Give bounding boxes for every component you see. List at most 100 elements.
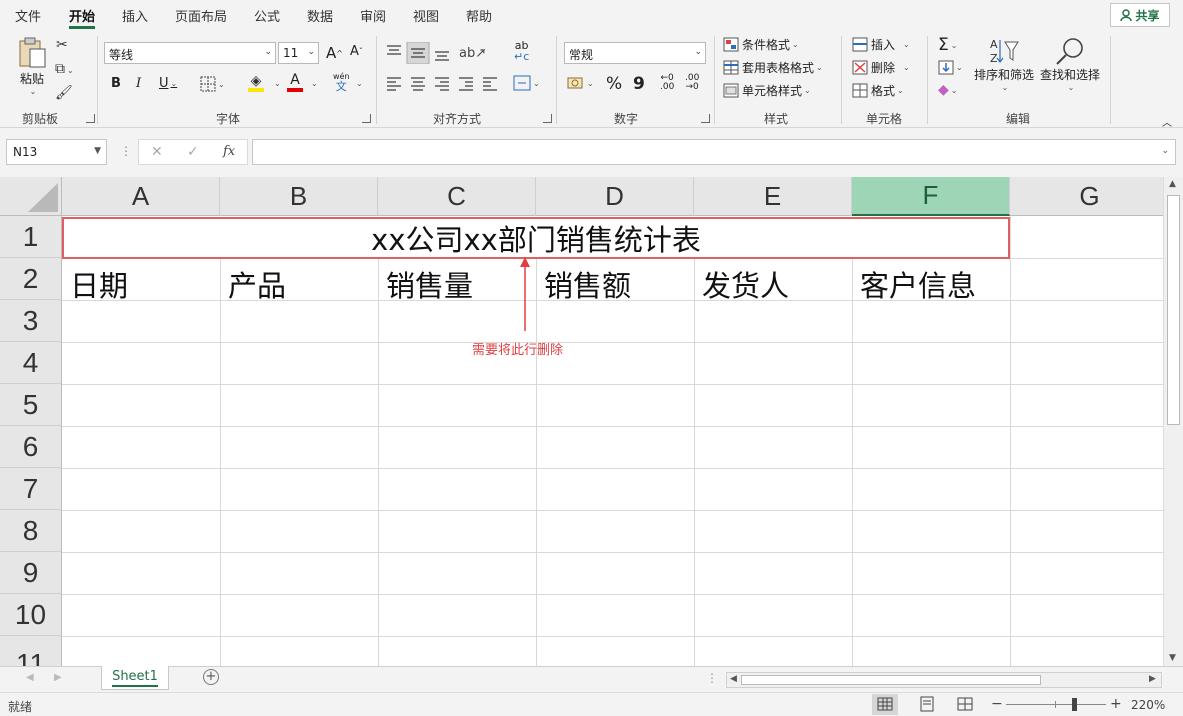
horizontal-scrollbar[interactable]: ◀ ▶	[726, 672, 1162, 688]
accounting-format-button[interactable]: ⌄	[567, 76, 594, 90]
tab-view[interactable]: 视图	[413, 6, 439, 25]
row-header-1[interactable]: 1	[0, 216, 62, 258]
scroll-down-icon[interactable]: ▼	[1169, 653, 1176, 663]
increase-decimal-button[interactable]: ←0.00	[660, 74, 674, 92]
horizontal-align-icons[interactable]	[385, 76, 500, 92]
share-button[interactable]: 共享	[1110, 3, 1170, 27]
zoom-in-button[interactable]: +	[1110, 696, 1122, 712]
row-header-8[interactable]: 8	[0, 510, 62, 552]
add-sheet-button[interactable]: +	[203, 669, 219, 685]
row-header-11[interactable]: 11	[0, 636, 62, 666]
collapse-ribbon-icon[interactable]: ︿	[1162, 114, 1172, 129]
tab-help[interactable]: 帮助	[466, 6, 492, 25]
page-layout-view-button[interactable]	[914, 694, 940, 715]
wrap-text-button[interactable]: ab ↵c	[514, 40, 529, 62]
row-header-9[interactable]: 9	[0, 552, 62, 594]
clipboard-launcher[interactable]	[86, 114, 95, 123]
format-as-table-button[interactable]: 套用表格格式 ⌄	[723, 59, 823, 76]
insert-cells-button[interactable]: 插入 ⌄	[852, 36, 910, 53]
tab-insert[interactable]: 插入	[122, 6, 148, 25]
italic-button[interactable]: I	[136, 76, 141, 91]
column-header-d[interactable]: D	[536, 177, 694, 216]
column-header-f[interactable]: F	[852, 177, 1010, 216]
column-header-g[interactable]: G	[1010, 177, 1163, 216]
title-cell[interactable]: xx公司xx部门销售统计表	[62, 217, 1010, 259]
tab-review[interactable]: 审阅	[360, 6, 386, 25]
tab-formulas[interactable]: 公式	[254, 6, 280, 25]
paste-button[interactable]: 粘贴 ⌄	[14, 36, 50, 104]
comma-button[interactable]: 9	[633, 74, 645, 94]
prev-sheet-icon[interactable]: ◀	[26, 672, 34, 683]
tab-file[interactable]: 文件	[15, 6, 41, 25]
clear-button[interactable]: ◆ ⌄	[938, 83, 957, 97]
tab-page-layout[interactable]: 页面布局	[175, 6, 227, 25]
tab-data[interactable]: 数据	[307, 6, 333, 25]
phonetic-button[interactable]: wén 文	[333, 72, 350, 92]
sheet-tab-sheet1[interactable]: Sheet1	[101, 666, 169, 690]
zoom-level[interactable]: 220%	[1131, 698, 1165, 712]
find-select-button[interactable]: 查找和选择 ⌄	[1040, 36, 1100, 92]
bold-button[interactable]: B	[111, 76, 121, 91]
row-header-2[interactable]: 2	[0, 258, 62, 300]
row-header-6[interactable]: 6	[0, 426, 62, 468]
row-header-10[interactable]: 10	[0, 594, 62, 636]
percent-button[interactable]: %	[606, 74, 622, 94]
row-header-3[interactable]: 3	[0, 300, 62, 342]
vertical-scrollbar[interactable]: ▲ ▼	[1163, 177, 1183, 666]
delete-cells-button[interactable]: 删除 ⌄	[852, 59, 910, 76]
header-cell-product[interactable]: 产品	[228, 263, 286, 305]
expand-formula-icon[interactable]: ⌄	[1161, 146, 1169, 156]
font-launcher[interactable]	[362, 114, 371, 123]
row-header-7[interactable]: 7	[0, 468, 62, 510]
copy-icon[interactable]: ⧉ ⌄	[55, 62, 74, 78]
vertical-scroll-thumb[interactable]	[1167, 195, 1180, 425]
format-cells-button[interactable]: 格式 ⌄	[852, 82, 904, 99]
tab-home[interactable]: 开始	[69, 6, 96, 29]
format-painter-icon[interactable]: 🖌	[55, 86, 73, 100]
number-format-combo[interactable]: 常规 ⌄	[564, 42, 706, 64]
header-cell-amount[interactable]: 销售额	[544, 263, 631, 305]
borders-button[interactable]: ⌄	[200, 76, 225, 92]
row-header-5[interactable]: 5	[0, 384, 62, 426]
insert-function-button[interactable]: fx	[223, 144, 235, 159]
underline-button[interactable]: U ⌄	[159, 76, 177, 91]
normal-view-button[interactable]	[872, 694, 898, 715]
font-size-combo[interactable]: 11 ⌄	[278, 42, 319, 64]
scroll-up-icon[interactable]: ▲	[1169, 179, 1176, 189]
zoom-slider-thumb[interactable]	[1072, 698, 1077, 711]
select-all-button[interactable]	[0, 177, 62, 216]
shrink-font-button[interactable]: Aˇ	[350, 44, 363, 59]
tab-split-handle[interactable]: ⋮	[706, 671, 718, 685]
alignment-launcher[interactable]	[543, 114, 552, 123]
horizontal-scroll-thumb[interactable]	[741, 675, 1041, 685]
enter-button[interactable]: ✓	[187, 144, 199, 160]
scroll-right-icon[interactable]: ▶	[1149, 674, 1156, 684]
vertical-align-icons[interactable]: ab↗	[385, 42, 515, 64]
header-cell-date[interactable]: 日期	[70, 263, 128, 305]
column-header-c[interactable]: C	[378, 177, 536, 216]
grow-font-button[interactable]: A ^	[326, 44, 343, 62]
font-name-combo[interactable]: 等线 ⌄	[104, 42, 276, 64]
header-cell-quantity[interactable]: 销售量	[386, 263, 473, 305]
decrease-decimal-button[interactable]: .00 →0	[685, 74, 699, 92]
zoom-slider[interactable]	[1006, 698, 1106, 711]
fill-color-button[interactable]: ◈	[248, 74, 264, 92]
conditional-format-button[interactable]: 条件格式 ⌄	[723, 36, 799, 53]
scroll-left-icon[interactable]: ◀	[730, 674, 737, 684]
name-box[interactable]: N13 ▼	[6, 139, 107, 165]
fill-button[interactable]: ⌄	[938, 60, 963, 75]
cancel-button[interactable]: ✕	[151, 144, 163, 160]
sort-filter-button[interactable]: AZ 排序和筛选 ⌄	[974, 36, 1034, 92]
page-break-view-button[interactable]	[952, 694, 978, 715]
cell-styles-button[interactable]: 单元格样式 ⌄	[723, 82, 811, 99]
zoom-out-button[interactable]: −	[991, 696, 1003, 712]
column-header-e[interactable]: E	[694, 177, 852, 216]
column-header-b[interactable]: B	[220, 177, 378, 216]
header-cell-shipper[interactable]: 发货人	[702, 263, 789, 305]
column-header-a[interactable]: A	[62, 177, 220, 216]
cut-icon[interactable]: ✂	[56, 38, 68, 52]
orientation-button[interactable]: ⌄	[478, 44, 487, 53]
merge-center-button[interactable]: ⌄	[513, 75, 540, 91]
row-header-4[interactable]: 4	[0, 342, 62, 384]
autosum-button[interactable]: Σ ⌄	[938, 35, 957, 55]
